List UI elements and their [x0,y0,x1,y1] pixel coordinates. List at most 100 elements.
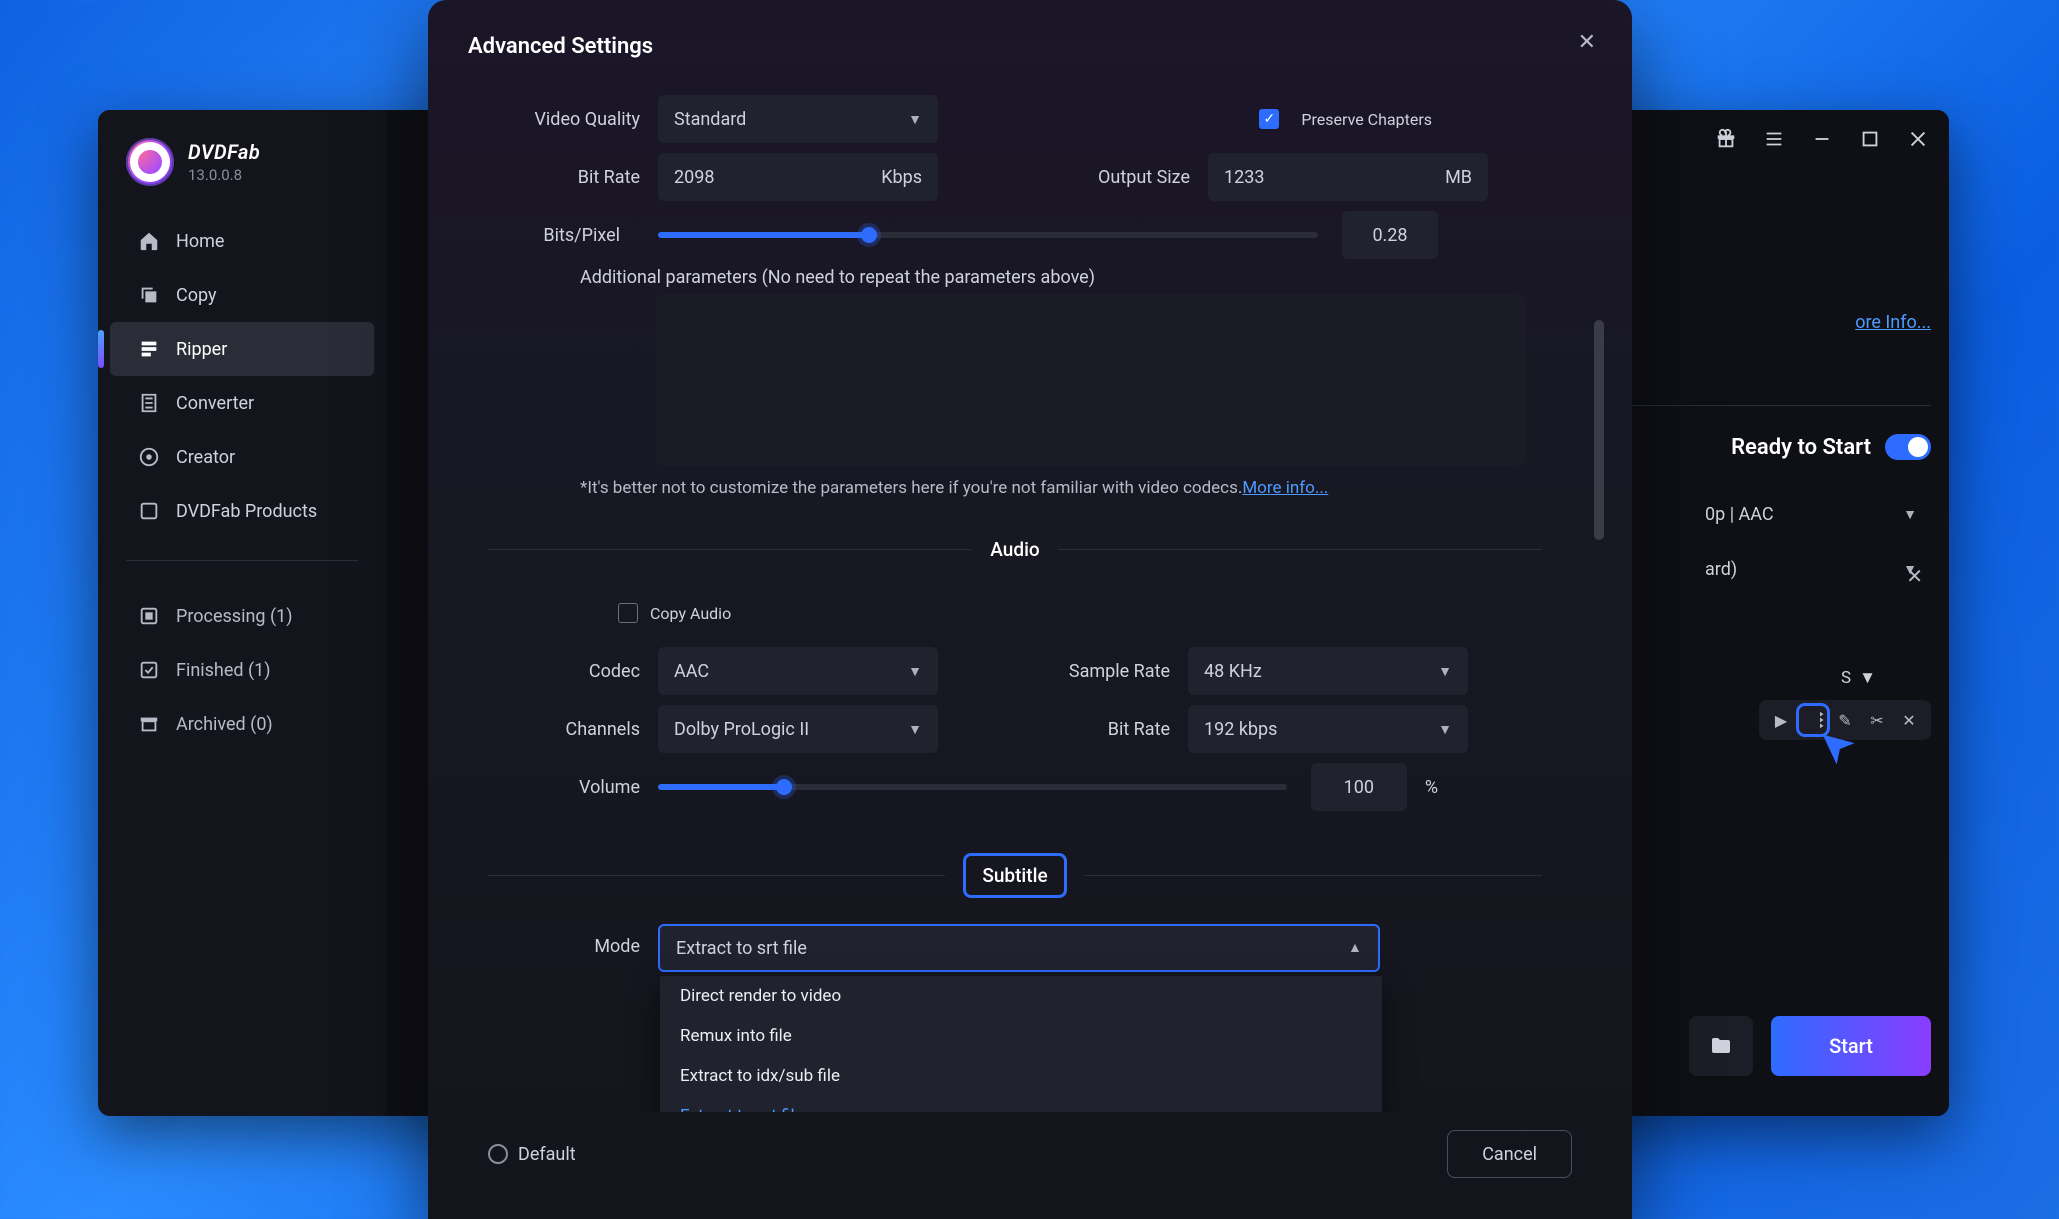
volume-value: 100 [1344,777,1374,798]
video-bitrate-value: 2098 [674,167,714,188]
slider-knob[interactable] [776,779,792,795]
subtitle-mode-select[interactable]: Extract to srt file ▼ Direct render to v… [658,924,1380,972]
channels-label: Channels [488,719,658,740]
sidebar-item-creator[interactable]: Creator [110,430,374,484]
close-task-icon[interactable]: ✕ [1906,564,1923,588]
creator-icon [138,446,160,468]
sample-rate-select[interactable]: 48 KHz ▼ [1188,647,1468,695]
subtitle-section-divider: Subtitle [488,853,1542,898]
modal-title: Advanced Settings [428,0,1632,63]
ready-toggle[interactable] [1885,434,1931,460]
subtitle-section-title: Subtitle [963,853,1066,898]
bottom-actions: Start [1689,1016,1931,1076]
output-folder-button[interactable] [1689,1016,1753,1076]
volume-unit: % [1425,777,1438,798]
chevron-down-icon: ▼ [908,721,922,738]
additional-params-textarea[interactable] [656,294,1526,466]
channels-select[interactable]: Dolby ProLogic II ▼ [658,705,938,753]
video-quality-label: Video Quality [488,109,658,130]
sidebar-item-products[interactable]: DVDFab Products [110,484,374,538]
profile-select-text: 0p | AAC [1705,504,1774,525]
sidebar-item-label: Copy [176,285,217,306]
volume-slider[interactable] [658,784,1287,790]
play-icon[interactable]: ▶ [1767,706,1795,734]
output-size-input[interactable]: 1233 MB [1208,153,1488,201]
profile-select[interactable]: 0p | AAC ▼ [1691,494,1931,535]
sidebar-item-ripper[interactable]: Ripper [110,322,374,376]
sidebar-item-home[interactable]: Home [110,214,374,268]
close-icon[interactable] [1907,128,1929,150]
audio-codec-select[interactable]: AAC ▼ [658,647,938,695]
chevron-down-icon: ▼ [908,663,922,680]
gift-icon[interactable] [1715,128,1737,150]
audio-bitrate-label: Bit Rate [1028,719,1188,740]
subtitle-mode-dropdown: Direct render to video Remux into file E… [660,976,1382,1112]
processing-icon [138,605,160,627]
sidebar-item-label: Home [176,231,224,252]
bits-pixel-label: Bits/Pixel [488,225,638,246]
slider-track [658,784,784,790]
sidebar-item-converter[interactable]: Converter [110,376,374,430]
codec-note-text: *It's better not to customize the parame… [580,478,1242,498]
slider-knob[interactable] [861,227,877,243]
sidebar: DVDFab 13.0.0.8 Home Copy Ripper Convert… [98,110,386,1116]
app-logo: DVDFab 13.0.0.8 [98,138,386,208]
codec-note-link[interactable]: More info... [1242,478,1328,498]
video-quality-select[interactable]: Standard ▼ [658,95,938,143]
chip-select-text: S [1841,668,1851,688]
audio-bitrate-select[interactable]: 192 kbps ▼ [1188,705,1468,753]
maximize-icon[interactable] [1859,128,1881,150]
sidebar-item-finished[interactable]: Finished (1) [110,643,374,697]
sidebar-item-label: DVDFab Products [176,501,317,522]
subtitle-mode-option[interactable]: Extract to srt file [660,1096,1382,1112]
cancel-button[interactable]: Cancel [1447,1130,1572,1178]
volume-label: Volume [488,777,658,798]
subtitle-mode-label: Mode [488,924,658,957]
video-bitrate-input[interactable]: 2098 Kbps [658,153,938,201]
start-button-label: Start [1829,1034,1873,1058]
default-label: Default [518,1144,576,1165]
audio-codec-label: Codec [488,661,658,682]
sidebar-separator [126,560,358,561]
quality-select-text: ard) [1705,559,1737,580]
archived-icon [138,713,160,735]
modal-close-icon[interactable]: ✕ [1578,30,1596,55]
sample-rate-label: Sample Rate [1028,661,1188,682]
sidebar-item-label: Processing (1) [176,606,293,627]
sidebar-item-archived[interactable]: Archived (0) [110,697,374,751]
preserve-chapters-label: Preserve Chapters [1301,110,1432,129]
bits-pixel-slider[interactable] [658,232,1318,238]
bits-pixel-input[interactable]: 0.28 [1342,211,1438,259]
sidebar-item-copy[interactable]: Copy [110,268,374,322]
app-version: 13.0.0.8 [188,166,260,184]
chevron-up-icon: ▼ [1348,940,1362,957]
default-radio[interactable] [488,1144,508,1164]
video-bitrate-unit: Kbps [881,167,922,188]
volume-input[interactable]: 100 [1311,763,1407,811]
sidebar-item-processing[interactable]: Processing (1) [110,589,374,643]
sidebar-item-label: Archived (0) [176,714,273,735]
scrollbar-thumb[interactable] [1594,320,1604,540]
quality-select[interactable]: ard) ▼ [1691,549,1931,590]
start-button[interactable]: Start [1771,1016,1931,1076]
scissors-icon[interactable]: ✂ [1863,706,1891,734]
sample-rate-value: 48 KHz [1204,661,1262,682]
audio-bitrate-value: 192 kbps [1204,719,1277,740]
preserve-chapters-checkbox[interactable]: ✓ [1259,109,1279,129]
chip-select[interactable]: S ▼ [1831,662,1931,694]
bits-pixel-value: 0.28 [1372,225,1407,246]
channels-value: Dolby ProLogic II [674,719,809,740]
copy-audio-checkbox[interactable] [618,603,638,623]
remove-icon[interactable]: ✕ [1895,706,1923,734]
minimize-icon[interactable] [1811,128,1833,150]
subtitle-mode-option[interactable]: Remux into file [660,1016,1382,1056]
sidebar-item-label: Creator [176,447,235,468]
audio-section-title: Audio [990,538,1039,561]
subtitle-mode-option[interactable]: Direct render to video [660,976,1382,1016]
window-chrome [1715,128,1929,150]
subtitle-mode-option[interactable]: Extract to idx/sub file [660,1056,1382,1096]
subtitle-mode-value: Extract to srt file [676,938,807,959]
menu-icon[interactable] [1763,128,1785,150]
modal-body: Video Quality Standard ▼ ✓ Preserve Chap… [428,63,1632,1112]
video-quality-value: Standard [674,109,746,130]
